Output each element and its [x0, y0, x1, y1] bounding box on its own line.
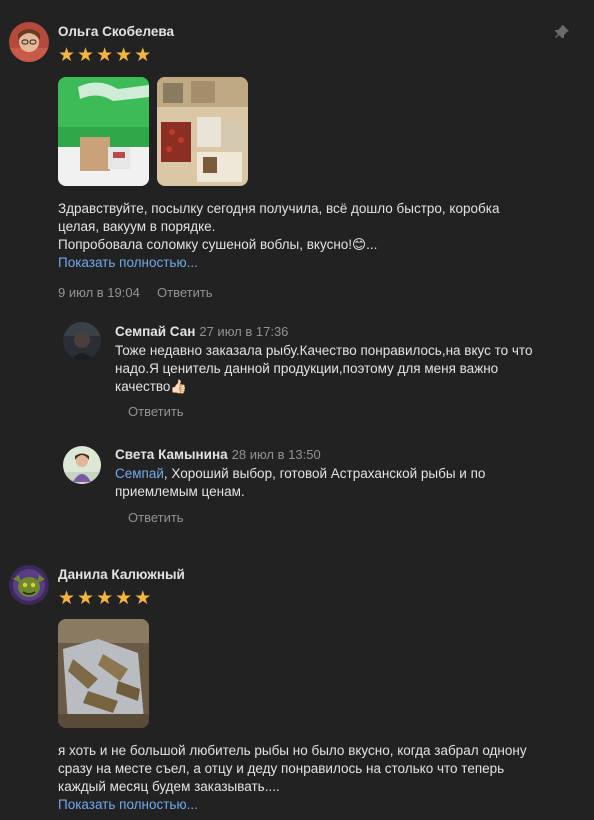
star-icon: ★: [96, 45, 114, 66]
avatar-sempai-image: [63, 322, 101, 360]
reply-author-name[interactable]: Света Камынина: [115, 447, 228, 462]
reply-text-line: приемлемым ценам.: [115, 484, 245, 499]
reply-text-line: Семпай, Хороший выбор, готовой Астраханс…: [115, 466, 486, 481]
show-more-link[interactable]: Показать полностью...: [58, 796, 588, 814]
avatar-olga[interactable]: [9, 22, 49, 62]
reply-button[interactable]: Ответить: [128, 510, 184, 525]
avatar-sveta-image: [63, 446, 101, 484]
review-text: я хоть и не большой любитель рыбы но был…: [58, 742, 588, 814]
reply-text: Семпай, Хороший выбор, готовой Астраханс…: [115, 465, 585, 501]
photo-dried-fish-foil-image: [58, 619, 149, 728]
reply-author-name[interactable]: Семпай Сан: [115, 324, 195, 339]
reply-text-line: надо.Я ценитель данной продукции,поэтому…: [115, 361, 499, 376]
review-text-line: Здравствуйте, посылку сегодня получила, …: [58, 201, 500, 216]
avatar-danila[interactable]: [9, 565, 49, 605]
star-icon: ★: [115, 588, 133, 609]
review-author-name[interactable]: Данила Калюжный: [58, 567, 185, 582]
reply-button[interactable]: Ответить: [128, 404, 184, 419]
review-text: Здравствуйте, посылку сегодня получила, …: [58, 200, 578, 272]
photo-dried-fish-table-image: [157, 77, 248, 186]
review-date[interactable]: 9 июл в 19:04: [58, 285, 140, 300]
reply-date[interactable]: 27 июл в 17:36: [199, 324, 288, 339]
avatar-sveta[interactable]: [63, 446, 101, 484]
reply-text: Тоже недавно заказала рыбу.Качество понр…: [115, 342, 585, 396]
reply-author-line: Света Камынина 28 июл в 13:50: [115, 447, 321, 462]
review-photo[interactable]: [157, 77, 248, 186]
reply-date[interactable]: 28 июл в 13:50: [232, 447, 321, 462]
star-icon: ★: [58, 45, 76, 66]
review-text-line: целая, вакуум в порядке.: [58, 219, 216, 234]
mention-link[interactable]: Семпай: [115, 466, 164, 481]
star-icon: ★: [134, 588, 152, 609]
star-icon: ★: [77, 588, 95, 609]
review-author-name[interactable]: Ольга Скобелева: [58, 24, 174, 39]
reply-button[interactable]: Ответить: [157, 285, 213, 300]
reply-text-line: Тоже недавно заказала рыбу.Качество понр…: [115, 343, 533, 358]
review-text-line: я хоть и не большой любитель рыбы но был…: [58, 743, 527, 758]
avatar-olga-image: [9, 22, 49, 62]
star-icon: ★: [134, 45, 152, 66]
review-photo[interactable]: [58, 619, 149, 728]
review-photo[interactable]: [58, 77, 149, 186]
star-icon: ★: [115, 45, 133, 66]
star-icon: ★: [58, 588, 76, 609]
show-more-link[interactable]: Показать полностью...: [58, 254, 578, 272]
review-text-line: Попробовала соломку сушеной воблы, вкусн…: [58, 237, 378, 252]
rating-stars: ★ ★ ★ ★ ★: [58, 589, 151, 608]
review-text-line: сразу на месте съел, а отцу и деду понра…: [58, 761, 505, 776]
reply-text-line: качество👍🏻: [115, 379, 188, 394]
review-text-line: каждый месяц будем заказывать....: [58, 779, 280, 794]
photo-green-box-image: [58, 77, 149, 186]
pin-icon[interactable]: [554, 24, 570, 40]
avatar-danila-image: [9, 565, 49, 605]
rating-stars: ★ ★ ★ ★ ★: [58, 46, 151, 65]
star-icon: ★: [77, 45, 95, 66]
avatar-sempai[interactable]: [63, 322, 101, 360]
star-icon: ★: [96, 588, 114, 609]
reply-author-line: Семпай Сан 27 июл в 17:36: [115, 324, 288, 339]
